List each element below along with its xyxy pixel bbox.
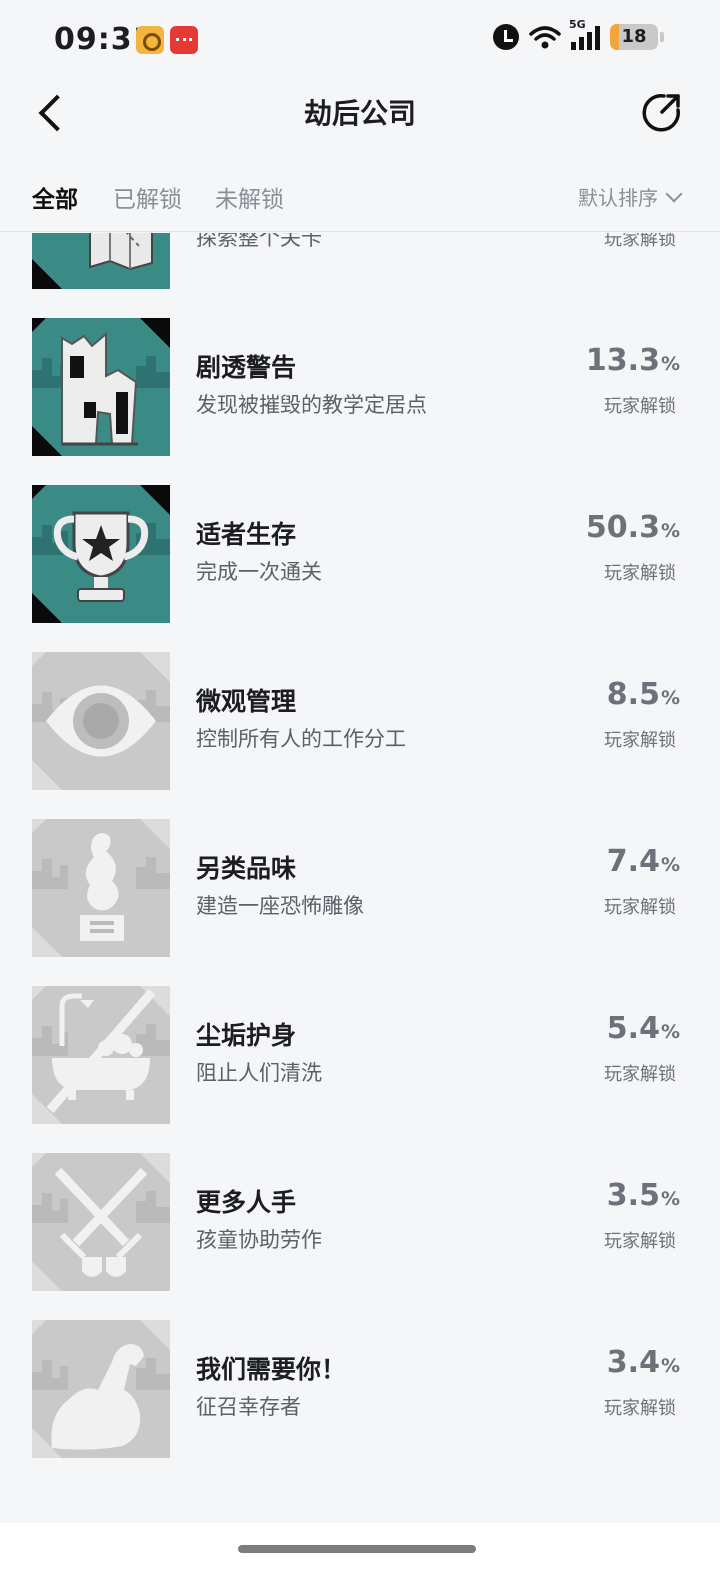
achievement-row[interactable]: 尘垢护身阻止人们清洗 5.4% 玩家解锁 [0,961,720,1128]
home-indicator[interactable] [238,1545,476,1553]
chevron-down-icon [665,185,683,202]
statue-icon [32,819,170,957]
achievement-description: 探索整个关卡 [196,233,322,250]
nav-bar: 劫后公司 [0,80,720,146]
alarm-icon [493,24,519,50]
unlock-caption: 玩家解锁 [604,1398,676,1419]
achievement-description: 征召幸存者 [196,1395,301,1419]
percent-unit: % [660,1188,680,1210]
share-icon[interactable] [642,92,682,132]
no-bathtub-icon [32,986,170,1124]
sort-dropdown[interactable]: 默认排序 [578,182,683,211]
unlock-caption: 玩家解锁 [604,233,676,250]
sort-label: 默认排序 [578,186,658,210]
unlock-percentage-value: 3.5 [606,1178,660,1213]
achievement-name: 尘垢护身 [196,1021,297,1050]
unlock-percentage: 50.3% [586,510,680,545]
achievement-row[interactable]: 剧透警告发现被摧毁的教学定居点 13.3% 玩家解锁 [0,293,720,460]
unlock-percentage-value: 7.4 [606,844,660,879]
eye-icon [32,652,170,790]
tab-locked[interactable]: 未解锁 [215,180,284,214]
screen: 09:31 5G 18 劫后公司 全部 已解锁 未解锁 默认排序 探索整个关卡 … [0,0,720,1582]
achievement-description: 阻止人们清洗 [196,1061,322,1085]
unlock-caption: 玩家解锁 [604,1231,676,1252]
app-notification-icon [170,26,198,54]
achievement-name: 另类品味 [196,854,297,883]
wifi-icon [529,26,561,49]
achievement-row[interactable]: 微观管理控制所有人的工作分工 8.5% 玩家解锁 [0,627,720,794]
unlock-caption: 玩家解锁 [604,1064,676,1085]
unlock-percentage-value: 8.5 [606,677,660,712]
achievement-name: 更多人手 [196,1188,297,1217]
unlock-caption: 玩家解锁 [604,396,676,417]
cellular-signal-icon: 5G [569,18,600,50]
unlock-caption: 玩家解锁 [604,563,676,584]
tab-unlocked[interactable]: 已解锁 [113,180,182,214]
unlock-percentage: 7.4% [607,844,680,879]
achievement-description: 完成一次通关 [196,560,322,584]
battery-icon: 18 [610,24,658,50]
unlock-percentage: 5.4% [607,1011,680,1046]
page-title: 劫后公司 [303,97,416,130]
percent-unit: % [660,353,680,375]
achievement-row[interactable]: 适者生存完成一次通关 50.3% 玩家解锁 [0,460,720,627]
tab-all[interactable]: 全部 [32,180,78,214]
flexed-arm-icon [32,1320,170,1458]
trophy-star-icon [32,485,170,623]
crossed-swords-icon [32,1153,170,1291]
unlock-percentage-value: 13.3 [585,343,660,378]
achievement-name: 微观管理 [196,687,297,716]
filter-tabs: 全部 已解锁 未解锁 默认排序 [0,168,720,232]
achievement-name: 剧透警告 [196,353,297,382]
achievement-row[interactable]: 我们需要你！ 征召幸存者 3.4% 玩家解锁 [0,1295,720,1462]
achievement-row[interactable]: 制图师探索整个关卡29.8%玩家解锁 [0,233,720,293]
achievement-description: 控制所有人的工作分工 [196,727,406,751]
battery-level: 18 [621,26,647,47]
percent-unit: % [660,1021,680,1043]
binoculars-map-icon [32,233,170,289]
unlock-percentage-value: 50.3 [585,510,660,545]
network-label: 5G [569,18,586,31]
achievement-description: 建造一座恐怖雕像 [196,894,364,918]
ruined-building-icon [32,318,170,456]
unlock-percentage-value: 3.4 [606,1345,660,1380]
unlock-percentage-value: 5.4 [606,1011,660,1046]
unlock-caption: 玩家解锁 [604,897,676,918]
unlock-percentage: 8.5% [607,677,680,712]
unlock-caption: 玩家解锁 [604,730,676,751]
achievement-description: 发现被摧毁的教学定居点 [196,393,427,417]
achievement-list[interactable]: 制图师探索整个关卡29.8%玩家解锁剧透警告发现被摧毁的教学定居点 13.3% 玩家… [0,233,720,1523]
achievement-name: 我们需要你！ [196,1355,347,1384]
unlock-percentage: 13.3% [586,343,680,378]
unlock-percentage: 3.5% [607,1178,680,1213]
achievement-row[interactable]: 另类品味建造一座恐怖雕像 7.4% 玩家解锁 [0,794,720,961]
percent-unit: % [660,687,680,709]
achievement-row[interactable]: 更多人手孩童协助劳作 3.5% 玩家解锁 [0,1128,720,1295]
unlock-percentage: 3.4% [607,1345,680,1380]
percent-unit: % [660,854,680,876]
status-bar: 09:31 5G 18 [0,0,720,80]
app-notification-icon [136,26,164,54]
percent-unit: % [660,520,680,542]
percent-unit: % [660,1355,680,1377]
achievement-description: 孩童协助劳作 [196,1228,322,1252]
home-indicator-area [0,1523,720,1582]
achievement-name: 适者生存 [196,520,297,549]
